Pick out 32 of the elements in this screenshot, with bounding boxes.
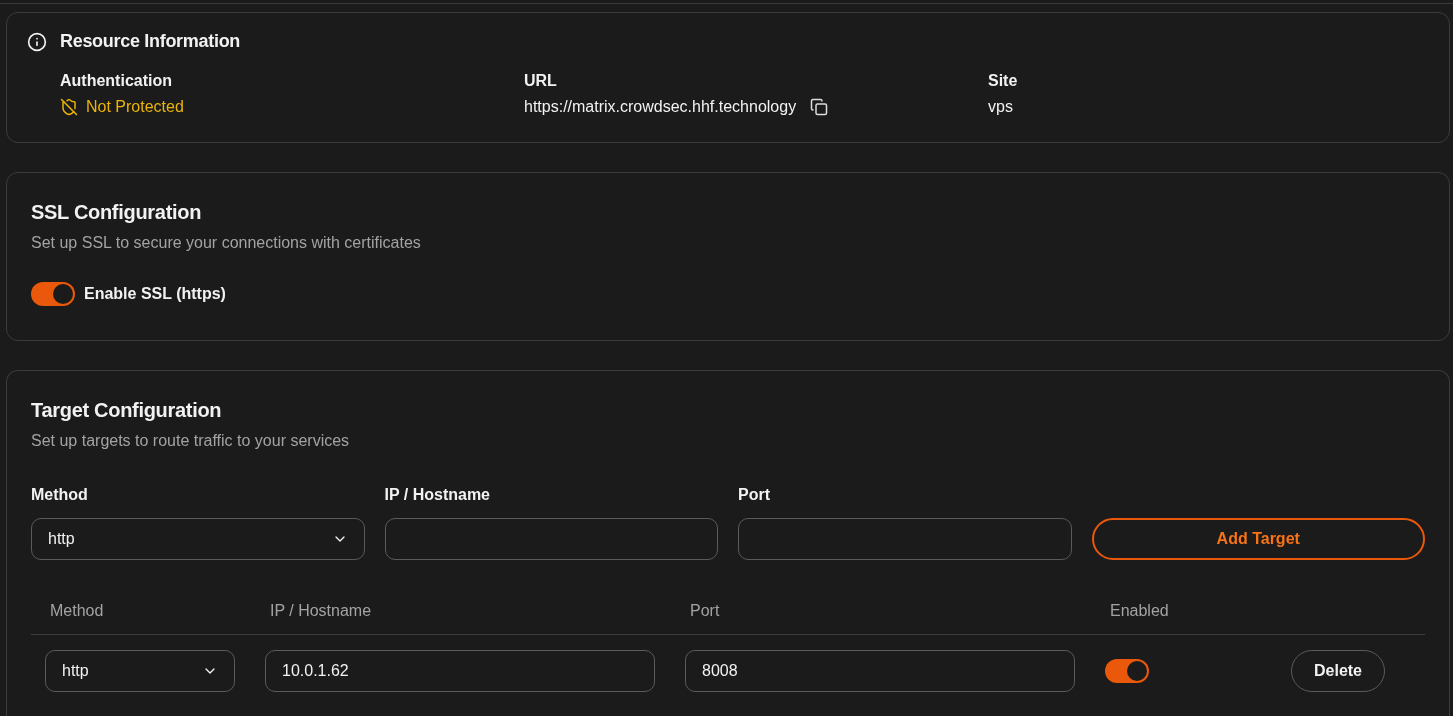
ssl-toggle[interactable] (31, 282, 75, 306)
auth-status: Not Protected (86, 98, 184, 116)
copy-button[interactable] (810, 98, 829, 116)
add-target-button[interactable]: Add Target (1091, 518, 1425, 560)
field-label: URL (524, 72, 558, 90)
copy-icon (810, 98, 829, 116)
column-header: IP / Hostname (269, 602, 373, 620)
field-label: Method (31, 486, 89, 504)
field-label: Authentication (60, 72, 173, 90)
card-description: Set up targets to route traffic to your services (31, 432, 351, 450)
column-header: Method (49, 602, 105, 620)
method-select[interactable]: http (45, 650, 235, 692)
port-input[interactable]: 8008 (685, 650, 1075, 692)
column-header: Enabled (1109, 602, 1170, 620)
hostname-input[interactable] (384, 518, 718, 560)
toggle-label: Enable SSL (https) (84, 285, 226, 303)
site-value: vps (988, 98, 1013, 116)
column-header: Port (689, 602, 721, 620)
card-description: Set up SSL to secure your connections with certificates (31, 234, 422, 252)
field-label: IP / Hostname (384, 486, 491, 504)
field-label: Site (988, 72, 1019, 90)
port-input[interactable] (738, 518, 1072, 560)
card-title: SSL Configuration (31, 201, 203, 224)
card-title: Resource Information (60, 31, 241, 52)
card-title: Target Configuration (31, 399, 223, 422)
info-icon (27, 31, 47, 52)
method-select[interactable]: http (31, 518, 365, 560)
delete-button[interactable]: Delete (1291, 650, 1385, 692)
enabled-toggle[interactable] (1105, 659, 1149, 683)
field-label: Port (738, 486, 771, 504)
hostname-input[interactable]: 10.0.1.62 (265, 650, 655, 692)
url-text: https://matrix.crowdsec.hhf.technology (524, 98, 797, 116)
